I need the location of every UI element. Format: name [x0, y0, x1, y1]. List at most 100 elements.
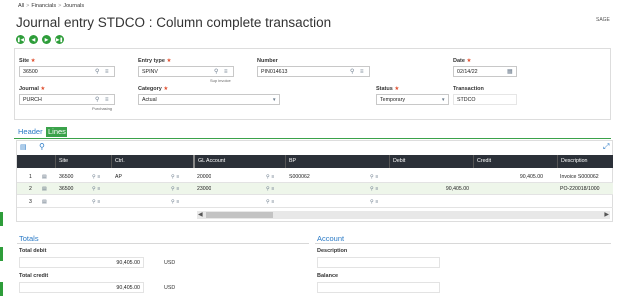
breadcrumb-all[interactable]: All: [18, 3, 24, 9]
number-field[interactable]: PIN014613 ⚲ ≡: [257, 66, 370, 77]
search-icon[interactable]: ⚲: [95, 68, 99, 76]
total-credit-value: 90,405.00: [19, 282, 144, 293]
search-icon[interactable]: ⚲ ≡: [171, 183, 179, 195]
side-indicator: [0, 212, 3, 226]
search-icon[interactable]: ⚲: [214, 68, 218, 76]
status-select[interactable]: Temporary ▼: [376, 94, 449, 105]
search-icon[interactable]: ⚲ ≡: [92, 183, 100, 195]
table-view-icon[interactable]: ▤: [20, 143, 27, 151]
description-field: [317, 257, 440, 268]
search-icon[interactable]: ⚲ ≡: [370, 196, 378, 208]
search-icon[interactable]: ⚲: [39, 142, 45, 151]
search-icon[interactable]: ⚲: [95, 96, 99, 104]
account-title: Account: [317, 234, 345, 243]
table-row[interactable]: 1 ▤ 36500 ⚲ ≡ AP ⚲ ≡ 20000 ⚲ ≡ S000062 ⚲…: [17, 171, 613, 183]
scroll-right-icon[interactable]: ▶: [604, 211, 609, 219]
search-icon[interactable]: ⚲ ≡: [171, 196, 179, 208]
column-gl-account[interactable]: GL Account: [193, 155, 285, 168]
balance-label: Balance: [317, 273, 339, 279]
first-record-button[interactable]: ❚◀: [16, 35, 25, 44]
list-icon[interactable]: ≡: [105, 96, 109, 104]
row-number: 1: [29, 174, 32, 180]
table-row[interactable]: 3 ▤ ⚲ ≡ ⚲ ≡ ⚲ ≡ ⚲ ≡: [17, 196, 613, 208]
breadcrumb-separator: >: [58, 3, 62, 9]
list-icon[interactable]: ≡: [224, 68, 228, 76]
search-icon[interactable]: ⚲ ≡: [370, 171, 378, 183]
column-bp[interactable]: BP: [285, 155, 389, 168]
row-detail-icon[interactable]: ▤: [42, 196, 47, 208]
cell-gl-account[interactable]: 23000: [197, 183, 211, 195]
previous-record-button[interactable]: ◀: [29, 35, 38, 44]
cell-debit[interactable]: 90,405.00: [393, 183, 469, 195]
cell-site[interactable]: 36500: [59, 171, 109, 183]
column-site[interactable]: Site: [55, 155, 111, 168]
tab-lines[interactable]: Lines: [46, 127, 67, 137]
row-number: 2: [29, 186, 32, 192]
search-icon[interactable]: ⚲ ≡: [370, 183, 378, 195]
search-icon[interactable]: ⚲ ≡: [92, 171, 100, 183]
table-row[interactable]: 2 ▤ 36500 ⚲ ≡ ⚲ ≡ 23000 ⚲ ≡ ⚲ ≡ 90,405.0…: [17, 183, 613, 195]
category-label: Category ★: [138, 86, 169, 92]
search-icon[interactable]: ⚲ ≡: [171, 171, 179, 183]
cell-description[interactable]: Invoice S000062: [560, 171, 613, 183]
totals-divider: [17, 243, 309, 244]
side-indicator: [0, 282, 3, 296]
entry-type-field[interactable]: SPINV ⚲ ≡: [138, 66, 234, 77]
search-icon[interactable]: ⚲: [350, 68, 354, 76]
cell-gl-account[interactable]: 20000: [197, 171, 211, 183]
number-label: Number: [257, 58, 278, 64]
cell-credit[interactable]: 90,405.00: [477, 171, 543, 183]
tab-header[interactable]: Header: [16, 127, 45, 137]
search-icon[interactable]: ⚲ ≡: [266, 183, 274, 195]
column-credit[interactable]: Credit: [473, 155, 557, 168]
list-icon[interactable]: ≡: [360, 68, 364, 76]
brand-label: SAGE: [596, 17, 610, 23]
row-number: 3: [29, 199, 32, 205]
last-record-button[interactable]: ▶❚: [55, 35, 64, 44]
side-indicator: [0, 247, 3, 261]
breadcrumb-separator: >: [26, 3, 30, 9]
journal-field[interactable]: PURCH ⚲ ≡: [19, 94, 115, 105]
list-icon[interactable]: ≡: [105, 68, 109, 76]
scrollbar-thumb[interactable]: [206, 212, 273, 218]
cell-debit[interactable]: [393, 171, 469, 183]
site-label: Site ★: [19, 58, 36, 64]
date-label: Date ★: [453, 58, 472, 64]
scroll-left-icon[interactable]: ◀: [198, 211, 203, 219]
total-debit-currency: USD: [164, 260, 176, 266]
search-icon[interactable]: ⚲ ≡: [266, 196, 274, 208]
category-select[interactable]: Actual ▼: [138, 94, 280, 105]
breadcrumb-financials[interactable]: Financials: [31, 3, 56, 9]
row-detail-icon[interactable]: ▤: [42, 171, 47, 183]
cell-site[interactable]: 36500: [59, 183, 109, 195]
account-divider: [315, 243, 611, 244]
breadcrumb-journals[interactable]: Journals: [63, 3, 84, 9]
calendar-icon[interactable]: ▦: [507, 68, 513, 76]
total-debit-label: Total debit: [19, 248, 47, 254]
search-icon[interactable]: ⚲ ≡: [92, 196, 100, 208]
chevron-down-icon: ▼: [441, 97, 446, 102]
row-detail-icon[interactable]: ▤: [42, 183, 47, 195]
cell-bp[interactable]: S000062: [289, 171, 310, 183]
cell-description[interactable]: PO-220018/1000: [560, 183, 613, 195]
cell-credit[interactable]: [477, 183, 543, 195]
search-icon[interactable]: ⚲ ≡: [266, 171, 274, 183]
horizontal-scrollbar[interactable]: ◀ ▶: [197, 211, 610, 219]
journal-label: Journal ★: [19, 86, 46, 92]
next-record-button[interactable]: ▶: [42, 35, 51, 44]
cell-ctrl[interactable]: AP: [115, 171, 122, 183]
tab-divider: [14, 138, 611, 139]
site-field[interactable]: 36500 ⚲ ≡: [19, 66, 115, 77]
column-debit[interactable]: Debit: [389, 155, 473, 168]
date-field[interactable]: 02/14/22 ▦: [453, 66, 517, 77]
column-description[interactable]: Description: [557, 155, 613, 168]
breadcrumb: All > Financials > Journals: [18, 3, 84, 9]
expand-icon[interactable]: ⤢: [603, 142, 609, 152]
totals-title: Totals: [19, 234, 39, 243]
status-label: Status ★: [376, 86, 400, 92]
chevron-down-icon: ▼: [272, 97, 277, 102]
column-ctrl[interactable]: Ctrl.: [111, 155, 193, 168]
entry-type-description: Sup invoice: [210, 78, 231, 83]
transaction-field: STDCO: [453, 94, 517, 105]
balance-field: [317, 282, 440, 293]
